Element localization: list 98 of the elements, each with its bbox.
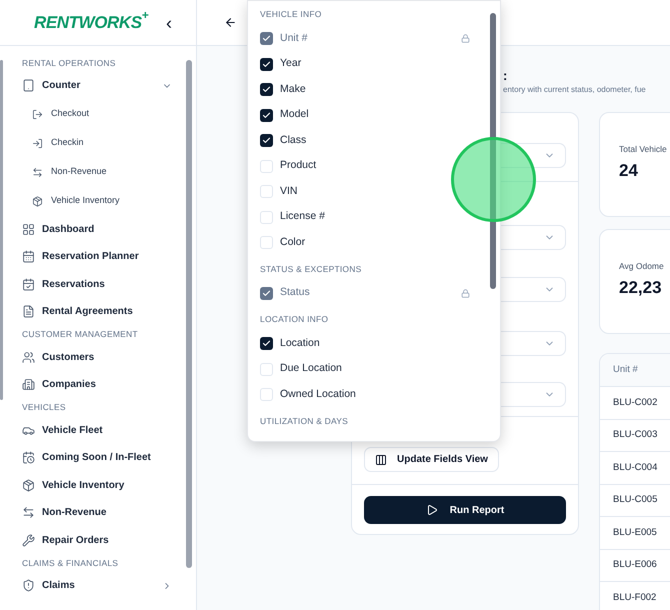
swap-arrows-icon (22, 506, 35, 520)
back-arrow-icon[interactable] (224, 16, 237, 29)
box-icon (22, 478, 35, 492)
box-icon (32, 196, 43, 206)
check-icon (262, 136, 271, 146)
shield-icon (22, 579, 35, 592)
table-cell: BLU-E006 (600, 550, 670, 582)
swap-arrows-icon (32, 166, 43, 178)
building-icon (22, 378, 35, 392)
table-cell: BLU-C004 (600, 452, 670, 484)
nav-item[interactable]: Companies (22, 371, 180, 398)
checkbox[interactable] (260, 32, 273, 46)
table-cell: BLU-C003 (600, 420, 670, 452)
field-option[interactable]: Location (260, 331, 476, 356)
logo: RENTWORKS+ (34, 10, 148, 34)
scrollbar[interactable] (186, 60, 192, 568)
checkbox[interactable] (260, 286, 273, 300)
check-icon (262, 34, 271, 44)
grid-icon (22, 222, 35, 236)
update-fields-button[interactable]: Update Fields View (364, 447, 499, 472)
section-heading: VEHICLES (22, 401, 67, 414)
nav-item[interactable]: Non-Revenue (22, 499, 180, 526)
nav-item[interactable]: Reservation Planner (22, 243, 180, 270)
stat-label: Total Vehicle (619, 143, 668, 156)
table-cell: BLU-F002 (600, 582, 670, 610)
nav-item[interactable]: Reservations (22, 270, 180, 298)
checkbox[interactable] (260, 160, 273, 173)
scrollbar[interactable] (490, 13, 496, 289)
checkbox[interactable] (260, 108, 273, 122)
checkbox[interactable] (260, 185, 273, 198)
run-report-button[interactable]: Run Report (364, 496, 566, 524)
field-option[interactable]: Status (260, 280, 476, 306)
nav-item[interactable]: Dashboard (22, 216, 180, 243)
checkbox[interactable] (260, 388, 273, 402)
field-option[interactable]: Class (260, 128, 476, 154)
table-cell: BLU-E005 (600, 517, 670, 550)
stat-label: Avg Odome (619, 260, 665, 273)
wrench-icon (22, 534, 35, 547)
check-icon (262, 110, 271, 120)
checkbox[interactable] (260, 236, 273, 250)
column-header: Unit # (600, 354, 670, 387)
field-option[interactable]: Year (260, 52, 476, 77)
field-option[interactable]: Make (260, 77, 476, 102)
stat-value: 24 (619, 160, 639, 182)
group-heading: VEHICLE INFO (260, 8, 323, 22)
check-icon (262, 288, 271, 298)
enter-icon (32, 138, 43, 148)
page-subtitle: entory with current status, odometer, fue (503, 84, 647, 96)
field-option[interactable]: Unit # (260, 26, 476, 52)
nav-subitem[interactable]: Checkout (22, 100, 180, 128)
checkbox[interactable] (260, 362, 273, 376)
field-option[interactable]: Due Location (260, 356, 476, 382)
calendar-icon (22, 250, 35, 264)
users-icon (22, 350, 35, 364)
group-heading: LOCATION INFO (260, 313, 330, 326)
nav-item[interactable]: Rental Agreements (22, 298, 180, 326)
check-icon (262, 85, 271, 94)
section-heading: RENTAL OPERATIONS (22, 56, 117, 70)
document-icon (22, 305, 35, 318)
collapse-button[interactable]: ‹ (166, 14, 184, 32)
table-cell: BLU-C002 (600, 387, 670, 420)
nav-item[interactable]: Vehicle Inventory (22, 472, 180, 499)
field-option[interactable]: Product (260, 154, 476, 179)
nav-item[interactable]: Customers (22, 344, 180, 371)
nav-item[interactable]: Claims (22, 572, 180, 600)
section-heading: CLAIMS & FINANCIALS (22, 556, 120, 570)
columns-icon (375, 454, 387, 466)
field-option[interactable]: Color (260, 230, 476, 256)
group-heading: STATUS & EXCEPTIONS (260, 262, 362, 276)
nav-item[interactable]: Coming Soon / In-Fleet (22, 444, 180, 472)
scrollbar[interactable] (0, 60, 3, 400)
nav-item[interactable]: Vehicle Fleet (22, 416, 180, 444)
calendar-clock-icon (22, 451, 35, 464)
nav-subitem[interactable]: Vehicle Inventory (22, 186, 180, 216)
table-cell: BLU-C005 (600, 484, 670, 517)
nav-item[interactable]: Counter (22, 72, 180, 100)
section-heading: CUSTOMER MANAGEMENT (22, 328, 139, 342)
field-option[interactable]: License # (260, 204, 476, 230)
exit-icon (32, 108, 43, 120)
checkbox[interactable] (260, 83, 273, 96)
checkbox[interactable] (260, 134, 273, 148)
tablet-icon (22, 79, 35, 92)
stat-value: 22,23 (619, 276, 663, 299)
nav-subitem[interactable]: Non-Revenue (22, 158, 180, 186)
check-icon (262, 339, 271, 348)
field-option[interactable]: VIN (260, 179, 476, 204)
field-option[interactable]: Owned Location (260, 382, 476, 408)
group-heading: UTILIZATION & DAYS (260, 414, 350, 428)
check-icon (262, 60, 271, 69)
page-title: : (503, 68, 508, 84)
field-option[interactable]: Model (260, 102, 476, 128)
nav-subitem[interactable]: Checkin (22, 128, 180, 158)
checkbox[interactable] (260, 210, 273, 224)
calendar-check-icon (22, 278, 35, 291)
checkbox[interactable] (260, 58, 273, 71)
play-icon (426, 504, 438, 516)
nav-item[interactable]: Repair Orders (22, 526, 180, 554)
checkbox[interactable] (260, 337, 273, 350)
